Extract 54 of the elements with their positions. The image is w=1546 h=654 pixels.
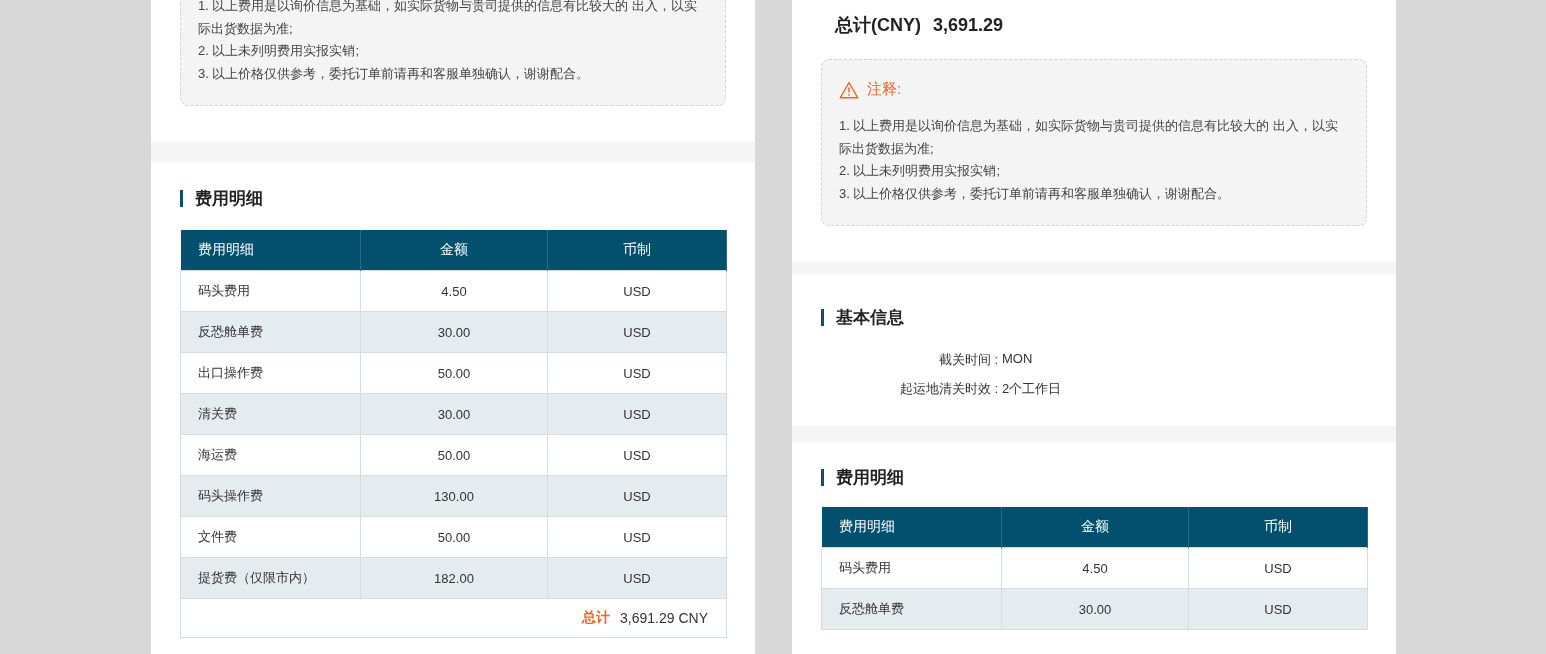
column-header: 金额 xyxy=(1001,507,1189,548)
table-cell: 30.00 xyxy=(1001,588,1189,630)
column-header: 币制 xyxy=(547,230,727,271)
section-title: 费用明细 xyxy=(195,188,263,210)
total-value: 3,691.29 xyxy=(933,15,1004,36)
field-label: 起运地清关时效 : xyxy=(898,380,998,398)
table-cell: USD xyxy=(547,475,727,517)
table-cell: USD xyxy=(547,311,727,353)
note-text: 3. 以上价格仅供参考，委托订单前请再和客服单独确认，谢谢配合。 xyxy=(198,64,591,83)
table-cell: 码头操作费 xyxy=(180,475,361,517)
table-cell: USD xyxy=(547,516,727,558)
table-cell: 码头费用 xyxy=(821,547,1002,589)
note-text: 1. 以上费用是以询价信息为基础，如实际货物与贵司提供的信息有比较大的 出入，以实际出货数据为准; xyxy=(839,117,1340,158)
table-cell: 反恐舱单费 xyxy=(180,311,361,353)
note-text: 2. 以上未列明费用实报实销; xyxy=(198,42,361,60)
field-value: MON xyxy=(1002,351,1034,368)
table-cell: 50.00 xyxy=(360,516,548,558)
table-cell: 50.00 xyxy=(360,434,548,476)
section-title: 费用明细 xyxy=(836,467,904,489)
table-cell: 4.50 xyxy=(1001,547,1189,589)
table-cell: 出口操作费 xyxy=(180,352,361,394)
field-value: 2个工作日 xyxy=(1002,380,1063,398)
table-cell: 清关费 xyxy=(180,393,361,435)
column-header: 金额 xyxy=(360,230,548,271)
column-header: 费用明细 xyxy=(821,507,1002,548)
table-cell: USD xyxy=(547,557,727,599)
notes-title: 注释: xyxy=(867,80,902,99)
table-cell: 50.00 xyxy=(360,352,548,394)
field-label: 截关时间 : xyxy=(937,351,998,369)
table-cell: 文件费 xyxy=(180,516,361,558)
table-cell: USD xyxy=(547,352,727,394)
table-cell: 130.00 xyxy=(360,475,548,517)
table-cell: 提货费（仅限市内） xyxy=(180,557,361,599)
table-cell: USD xyxy=(547,270,727,312)
warning-icon xyxy=(839,80,859,99)
note-text: 2. 以上未列明费用实报实销; xyxy=(839,162,1002,180)
table-cell: 码头费用 xyxy=(180,270,361,312)
note-text: 3. 以上价格仅供参考，委托订单前请再和客服单独确认，谢谢配合。 xyxy=(839,184,1232,203)
total-label: 总计(CNY) xyxy=(835,14,921,37)
section-title: 基本信息 xyxy=(836,307,904,329)
table-cell: 182.00 xyxy=(360,557,548,599)
table-cell: USD xyxy=(547,393,727,435)
table-cell: 30.00 xyxy=(360,311,548,353)
table-cell: 海运费 xyxy=(180,434,361,476)
table-cell: 反恐舱单费 xyxy=(821,588,1002,630)
table-cell: 30.00 xyxy=(360,393,548,435)
table-cell: USD xyxy=(1188,547,1368,589)
table-cell: 4.50 xyxy=(360,270,548,312)
total-label: 总计 xyxy=(582,609,611,627)
total-value: 3,691.29 CNY xyxy=(620,610,708,626)
table-cell: USD xyxy=(1188,588,1368,630)
column-header: 币制 xyxy=(1188,507,1368,548)
column-header: 费用明细 xyxy=(180,230,361,271)
table-cell: USD xyxy=(547,434,727,476)
